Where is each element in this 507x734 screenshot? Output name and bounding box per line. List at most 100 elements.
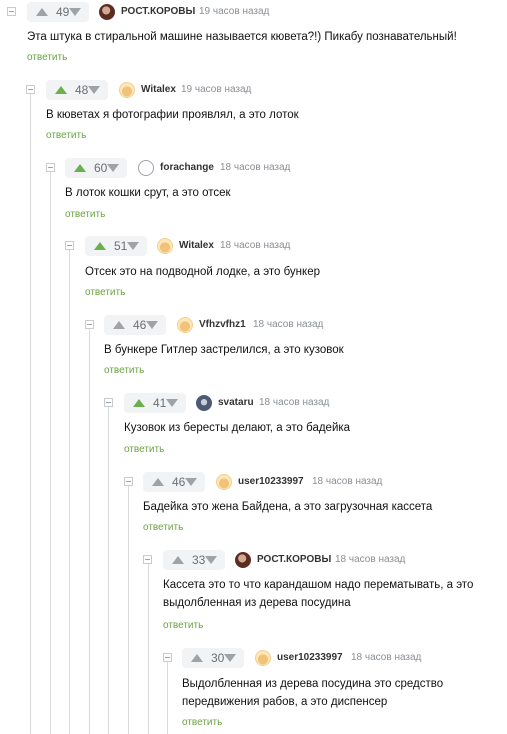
collapse-toggle[interactable] bbox=[163, 653, 172, 662]
default-avatar-icon[interactable] bbox=[255, 650, 271, 666]
rating-score: 51 bbox=[114, 239, 128, 253]
upvote-icon[interactable] bbox=[55, 86, 67, 94]
downvote-icon[interactable] bbox=[146, 321, 159, 329]
username[interactable]: Witalex bbox=[141, 84, 176, 95]
timestamp[interactable]: 18 часов назад bbox=[335, 554, 405, 565]
user-photo-icon[interactable] bbox=[99, 4, 115, 20]
downvote-icon[interactable] bbox=[185, 478, 198, 486]
upvote-icon[interactable] bbox=[152, 478, 164, 486]
reply-link[interactable]: ответить bbox=[65, 209, 105, 220]
collapse-toggle[interactable] bbox=[65, 241, 74, 250]
downvote-icon[interactable] bbox=[107, 164, 120, 172]
upvote-icon[interactable] bbox=[172, 556, 184, 564]
username[interactable]: РОСТ.КОРОВЫ bbox=[257, 554, 331, 565]
username[interactable]: user10233997 bbox=[277, 652, 343, 663]
reply-link[interactable]: ответить bbox=[27, 52, 67, 63]
username[interactable]: Vfhzvfhz1 bbox=[199, 319, 246, 330]
downvote-icon[interactable] bbox=[224, 654, 237, 662]
default-avatar-icon[interactable] bbox=[216, 474, 232, 490]
downvote-icon[interactable] bbox=[88, 86, 101, 94]
upvote-icon[interactable] bbox=[191, 654, 203, 662]
reply-link[interactable]: ответить bbox=[85, 287, 125, 298]
rating-score: 49 bbox=[56, 5, 70, 19]
default-avatar-icon[interactable] bbox=[119, 82, 135, 98]
rating-score: 48 bbox=[75, 83, 89, 97]
timestamp[interactable]: 19 часов назад bbox=[199, 6, 269, 17]
comment-text-line: Кассета это то что карандашом надо перем… bbox=[163, 579, 474, 591]
collapse-toggle[interactable] bbox=[7, 7, 16, 16]
rating-widget: 30 bbox=[182, 648, 244, 668]
collapse-toggle[interactable] bbox=[26, 85, 35, 94]
thread-line[interactable] bbox=[89, 329, 90, 734]
thread-line[interactable] bbox=[128, 486, 129, 734]
timestamp[interactable]: 18 часов назад bbox=[259, 397, 329, 408]
empty-avatar-icon[interactable] bbox=[138, 160, 154, 176]
comment-text: Отсек это на подводной лодке, а это бунк… bbox=[85, 266, 320, 278]
thread-line[interactable] bbox=[50, 172, 51, 734]
rating-widget: 51 bbox=[85, 236, 147, 256]
reply-link[interactable]: ответить bbox=[124, 444, 164, 455]
comment-text: Эта штука в стиральной машине называется… bbox=[27, 31, 457, 43]
comment-text: В лоток кошки срут, а это отсек bbox=[65, 187, 231, 199]
default-avatar-icon[interactable] bbox=[157, 238, 173, 254]
username[interactable]: РОСТ.КОРОВЫ bbox=[121, 6, 195, 17]
upvote-icon[interactable] bbox=[113, 321, 125, 329]
comment-text-line: Выдолбленная из дерева посудина это сред… bbox=[182, 678, 444, 690]
collapse-toggle[interactable] bbox=[85, 320, 94, 329]
username[interactable]: Witalex bbox=[179, 240, 214, 251]
rating-widget: 48 bbox=[46, 80, 108, 100]
timestamp[interactable]: 18 часов назад bbox=[312, 476, 382, 487]
timestamp[interactable]: 18 часов назад bbox=[253, 319, 323, 330]
rating-score: 33 bbox=[192, 553, 206, 567]
rating-widget: 41 bbox=[124, 393, 186, 413]
upvote-icon[interactable] bbox=[36, 8, 48, 16]
reply-link[interactable]: ответить bbox=[143, 522, 183, 533]
thread-line[interactable] bbox=[69, 250, 70, 734]
reply-link[interactable]: ответить bbox=[163, 620, 203, 631]
comment-text: В бункере Гитлер застрелился, а это кузо… bbox=[104, 344, 344, 356]
downvote-icon[interactable] bbox=[166, 399, 179, 407]
user-photo-icon[interactable] bbox=[196, 395, 212, 411]
timestamp[interactable]: 19 часов назад bbox=[181, 84, 251, 95]
collapse-toggle[interactable] bbox=[124, 477, 133, 486]
comment-text-line: передвижения рабов, а это диспенсер bbox=[182, 696, 388, 708]
comment-text: Кассета это то что карандашом надо перем… bbox=[163, 576, 473, 612]
username[interactable]: user10233997 bbox=[238, 476, 304, 487]
comment-text: В кюветах я фотографии проявлял, а это л… bbox=[46, 109, 299, 121]
collapse-toggle[interactable] bbox=[46, 163, 55, 172]
username[interactable]: svataru bbox=[218, 397, 254, 408]
comment-text: Выдолбленная из дерева посудина это сред… bbox=[182, 675, 443, 711]
comment-text-line: выдолбленная из дерева посудина bbox=[163, 597, 351, 609]
reply-link[interactable]: ответить bbox=[46, 130, 86, 141]
collapse-toggle[interactable] bbox=[104, 398, 113, 407]
upvote-icon[interactable] bbox=[74, 164, 86, 172]
reply-link[interactable]: ответить bbox=[104, 365, 144, 376]
username[interactable]: forachange bbox=[160, 162, 214, 173]
downvote-icon[interactable] bbox=[127, 242, 140, 250]
timestamp[interactable]: 18 часов назад bbox=[220, 240, 290, 251]
rating-widget: 60 bbox=[65, 158, 127, 178]
collapse-toggle[interactable] bbox=[143, 555, 152, 564]
thread-line[interactable] bbox=[167, 662, 168, 734]
rating-widget: 46 bbox=[104, 315, 166, 335]
timestamp[interactable]: 18 часов назад bbox=[220, 162, 290, 173]
rating-widget: 46 bbox=[143, 472, 205, 492]
comment-text: Бадейка это жена Байдена, а это загрузоч… bbox=[143, 501, 433, 513]
reply-link[interactable]: ответить bbox=[182, 717, 222, 728]
downvote-icon[interactable] bbox=[69, 8, 82, 16]
comment-text: Кузовок из бересты делают, а это бадейка bbox=[124, 422, 351, 434]
rating-score: 46 bbox=[172, 475, 186, 489]
rating-score: 46 bbox=[133, 318, 147, 332]
upvote-icon[interactable] bbox=[133, 399, 145, 407]
thread-line[interactable] bbox=[108, 407, 109, 734]
rating-widget: 33 bbox=[163, 550, 225, 570]
thread-line[interactable] bbox=[30, 94, 31, 734]
rating-score: 41 bbox=[153, 396, 167, 410]
default-avatar-icon[interactable] bbox=[177, 317, 193, 333]
timestamp[interactable]: 18 часов назад bbox=[351, 652, 421, 663]
user-photo-icon[interactable] bbox=[235, 552, 251, 568]
upvote-icon[interactable] bbox=[94, 242, 106, 250]
thread-line[interactable] bbox=[148, 564, 149, 734]
rating-widget: 49 bbox=[27, 2, 89, 22]
downvote-icon[interactable] bbox=[205, 556, 218, 564]
